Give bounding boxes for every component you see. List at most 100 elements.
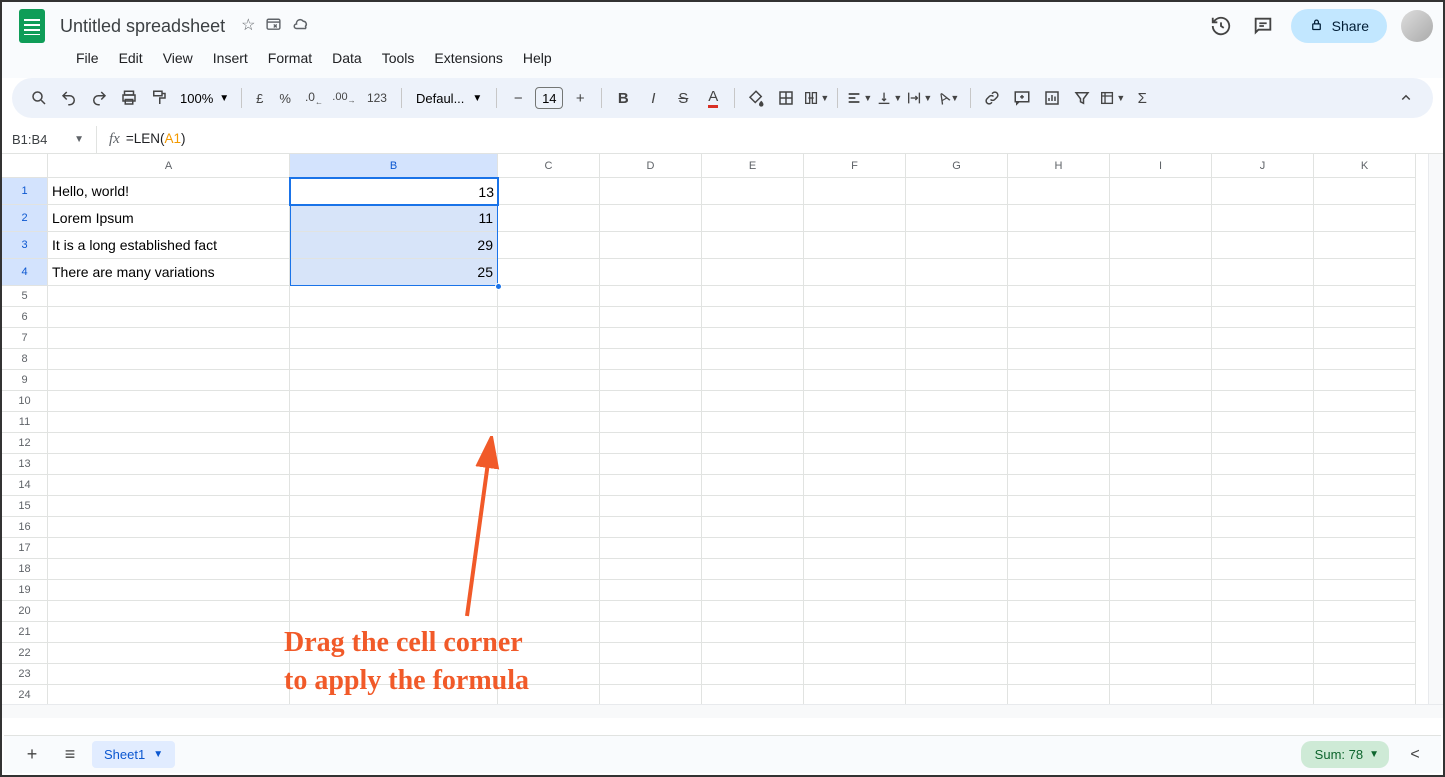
cell[interactable] bbox=[600, 685, 702, 706]
cell[interactable] bbox=[702, 664, 804, 685]
cell[interactable] bbox=[702, 370, 804, 391]
cell[interactable] bbox=[600, 454, 702, 475]
cell[interactable] bbox=[702, 205, 804, 232]
cell[interactable] bbox=[1008, 538, 1110, 559]
search-icon[interactable] bbox=[26, 85, 52, 111]
share-button[interactable]: Share bbox=[1291, 9, 1387, 43]
cell[interactable] bbox=[1314, 391, 1416, 412]
col-header-G[interactable]: G bbox=[906, 154, 1008, 178]
cell[interactable] bbox=[702, 538, 804, 559]
cell[interactable] bbox=[600, 259, 702, 286]
cell[interactable] bbox=[1212, 349, 1314, 370]
cell[interactable] bbox=[498, 601, 600, 622]
horizontal-scrollbar[interactable] bbox=[2, 704, 1443, 718]
cell[interactable] bbox=[804, 622, 906, 643]
text-color-icon[interactable]: A bbox=[700, 85, 726, 111]
cell[interactable] bbox=[290, 559, 498, 580]
cell[interactable] bbox=[804, 454, 906, 475]
cell[interactable] bbox=[1212, 475, 1314, 496]
cell[interactable] bbox=[290, 601, 498, 622]
row-header-16[interactable]: 16 bbox=[2, 517, 48, 538]
bold-icon[interactable]: B bbox=[610, 85, 636, 111]
cell[interactable] bbox=[1008, 643, 1110, 664]
spreadsheet-grid[interactable]: ABCDEFGHIJK 1234567891011121314151617181… bbox=[2, 154, 1443, 718]
cell[interactable]: 11 bbox=[290, 205, 498, 232]
cell[interactable] bbox=[804, 412, 906, 433]
cell[interactable] bbox=[48, 517, 290, 538]
cell[interactable] bbox=[1008, 328, 1110, 349]
cell[interactable] bbox=[1110, 643, 1212, 664]
cell[interactable] bbox=[702, 391, 804, 412]
cell[interactable]: 25 bbox=[290, 259, 498, 286]
row-header-14[interactable]: 14 bbox=[2, 475, 48, 496]
row-header-1[interactable]: 1 bbox=[2, 178, 48, 205]
cell[interactable] bbox=[1008, 517, 1110, 538]
cell[interactable] bbox=[600, 433, 702, 454]
cell[interactable] bbox=[906, 307, 1008, 328]
row-header-24[interactable]: 24 bbox=[2, 685, 48, 706]
cell[interactable] bbox=[290, 370, 498, 391]
font-select[interactable]: Defaul...▼ bbox=[410, 91, 488, 106]
cell[interactable] bbox=[1212, 232, 1314, 259]
cell[interactable] bbox=[804, 580, 906, 601]
cell[interactable] bbox=[906, 433, 1008, 454]
cell[interactable] bbox=[290, 412, 498, 433]
row-header-12[interactable]: 12 bbox=[2, 433, 48, 454]
history-icon[interactable] bbox=[1207, 12, 1235, 40]
col-header-F[interactable]: F bbox=[804, 154, 906, 178]
zoom-select[interactable]: 100%▼ bbox=[176, 91, 233, 106]
cell[interactable] bbox=[906, 475, 1008, 496]
wrap-icon[interactable]: ▼ bbox=[906, 85, 932, 111]
cell[interactable] bbox=[1212, 433, 1314, 454]
cell[interactable] bbox=[702, 475, 804, 496]
cell[interactable] bbox=[804, 178, 906, 205]
all-sheets-icon[interactable]: ≡ bbox=[54, 739, 86, 771]
cell[interactable] bbox=[1314, 601, 1416, 622]
cell[interactable] bbox=[498, 328, 600, 349]
cell[interactable] bbox=[498, 517, 600, 538]
cell[interactable] bbox=[1008, 475, 1110, 496]
menu-format[interactable]: Format bbox=[260, 46, 320, 70]
col-header-C[interactable]: C bbox=[498, 154, 600, 178]
cell[interactable] bbox=[1314, 370, 1416, 391]
cell[interactable] bbox=[1212, 517, 1314, 538]
row-header-15[interactable]: 15 bbox=[2, 496, 48, 517]
cell[interactable] bbox=[804, 391, 906, 412]
cell[interactable] bbox=[1110, 622, 1212, 643]
cell[interactable]: It is a long established fact bbox=[48, 232, 290, 259]
cell[interactable] bbox=[702, 601, 804, 622]
cell[interactable] bbox=[804, 496, 906, 517]
cell[interactable] bbox=[290, 286, 498, 307]
cell[interactable] bbox=[290, 622, 498, 643]
cell[interactable] bbox=[906, 601, 1008, 622]
cell[interactable] bbox=[906, 580, 1008, 601]
row-header-11[interactable]: 11 bbox=[2, 412, 48, 433]
cell[interactable] bbox=[48, 496, 290, 517]
cell[interactable] bbox=[1008, 580, 1110, 601]
cell[interactable] bbox=[498, 580, 600, 601]
row-header-6[interactable]: 6 bbox=[2, 307, 48, 328]
cell[interactable] bbox=[1110, 475, 1212, 496]
cell[interactable] bbox=[1314, 559, 1416, 580]
cell[interactable] bbox=[1212, 622, 1314, 643]
menu-data[interactable]: Data bbox=[324, 46, 370, 70]
cell[interactable] bbox=[498, 259, 600, 286]
cell[interactable] bbox=[1314, 307, 1416, 328]
halign-icon[interactable]: ▼ bbox=[846, 85, 872, 111]
cell[interactable] bbox=[600, 232, 702, 259]
sheets-logo[interactable] bbox=[12, 6, 52, 46]
cell[interactable] bbox=[702, 178, 804, 205]
insert-comment-icon[interactable] bbox=[1009, 85, 1035, 111]
cell[interactable] bbox=[1110, 517, 1212, 538]
cell[interactable] bbox=[1314, 328, 1416, 349]
cell[interactable] bbox=[906, 517, 1008, 538]
cell[interactable] bbox=[600, 622, 702, 643]
print-icon[interactable] bbox=[116, 85, 142, 111]
cell[interactable] bbox=[702, 685, 804, 706]
comment-icon[interactable] bbox=[1249, 12, 1277, 40]
cell[interactable] bbox=[600, 178, 702, 205]
cell[interactable] bbox=[290, 580, 498, 601]
cell[interactable] bbox=[48, 349, 290, 370]
cell[interactable] bbox=[1110, 412, 1212, 433]
cell[interactable] bbox=[804, 286, 906, 307]
